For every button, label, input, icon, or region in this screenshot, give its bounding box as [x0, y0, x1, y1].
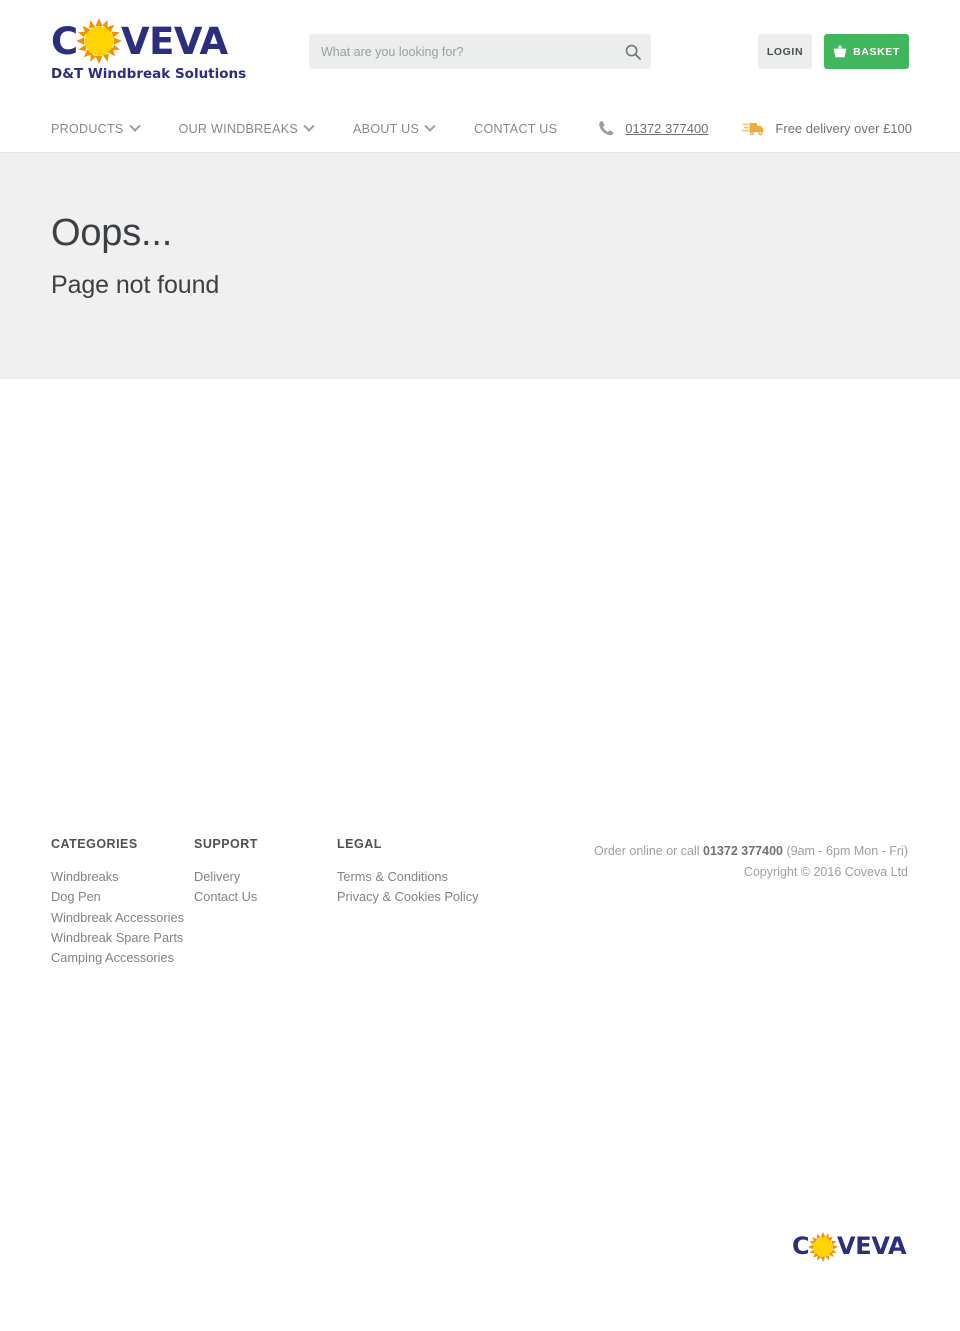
- sun-icon: [808, 1232, 838, 1262]
- footer-link-camping-accessories[interactable]: Camping Accessories: [51, 948, 191, 968]
- basket-label: BASKET: [853, 45, 900, 58]
- search-button[interactable]: [621, 40, 645, 64]
- footer-order-prefix: Order online or call: [593, 844, 704, 858]
- basket-button[interactable]: BASKET: [824, 34, 909, 69]
- site-logo[interactable]: C VEVA D&T Windbreak Solutions: [51, 18, 246, 86]
- chevron-down-icon: [424, 120, 436, 132]
- footer-contact-info: Order online or call 01372 377400 (9am -…: [594, 841, 908, 883]
- error-banner: Oops... Page not found: [0, 152, 960, 379]
- footer-link-terms-conditions[interactable]: Terms & Conditions: [337, 867, 487, 887]
- sun-icon: [76, 18, 122, 64]
- header-top: C VEVA D&T Windbreak Solutions What are …: [0, 0, 960, 105]
- footer-heading: LEGAL: [337, 837, 382, 851]
- nav-item-our-windbreaks[interactable]: OUR WINDBREAKS: [178, 120, 315, 136]
- header-phone[interactable]: 01372 377400: [598, 120, 708, 137]
- site-footer: CATEGORIES Windbreaks Dog Pen Windbreak …: [0, 379, 960, 1262]
- footer-logo-text-veva: VEVA: [837, 1232, 907, 1260]
- logo-wordmark: C VEVA: [51, 18, 231, 64]
- footer-column-legal: LEGAL Terms & Conditions Privacy & Cooki…: [337, 837, 487, 908]
- footer-column-support: SUPPORT Delivery Contact Us: [194, 837, 334, 908]
- search-bar[interactable]: [309, 34, 651, 69]
- footer-logo-letter-c: C: [792, 1232, 810, 1260]
- login-button[interactable]: LOGIN: [758, 34, 812, 69]
- nav-item-contact-us[interactable]: CONTACT US: [474, 122, 557, 136]
- logo-tagline: D&T Windbreak Solutions: [51, 66, 247, 82]
- footer-link-privacy-cookies-policy[interactable]: Privacy & Cookies Policy: [337, 887, 487, 907]
- footer-link-windbreak-accessories[interactable]: Windbreak Accessories: [51, 908, 191, 928]
- footer-link-windbreak-spare-parts[interactable]: Windbreak Spare Parts: [51, 928, 191, 948]
- footer-link-delivery[interactable]: Delivery: [194, 867, 334, 887]
- footer-link-dog-pen[interactable]: Dog Pen: [51, 887, 191, 907]
- page-subtitle: Page not found: [51, 271, 220, 299]
- nav-items: PRODUCTS OUR WINDBREAKS ABOUT US CONTACT…: [51, 105, 597, 152]
- logo-text-veva: VEVA: [121, 20, 228, 63]
- footer-logo[interactable]: C VEVA: [792, 1231, 912, 1265]
- page-title: Oops...: [51, 212, 173, 254]
- footer-order-suffix: (9am - 6pm Mon - Fri): [782, 844, 908, 858]
- footer-column-categories: CATEGORIES Windbreaks Dog Pen Windbreak …: [51, 837, 191, 968]
- nav-item-products[interactable]: PRODUCTS: [51, 120, 141, 136]
- footer-link-contact-us[interactable]: Contact Us: [194, 887, 334, 907]
- header-phone-label: 01372 377400: [625, 121, 709, 136]
- search-input[interactable]: [309, 34, 619, 69]
- shopping-basket-icon: [833, 45, 847, 58]
- nav-label: ABOUT US: [353, 121, 420, 136]
- phone-icon: [599, 121, 614, 136]
- nav-label: PRODUCTS: [51, 121, 124, 136]
- footer-heading: SUPPORT: [194, 837, 258, 851]
- search-icon: [625, 44, 641, 60]
- chevron-down-icon: [303, 120, 315, 132]
- logo-letter-c: C: [51, 20, 78, 63]
- delivery-truck-icon: [742, 123, 764, 136]
- chevron-down-icon: [128, 120, 141, 132]
- footer-link-windbreaks[interactable]: Windbreaks: [51, 867, 191, 887]
- footer-heading: CATEGORIES: [51, 837, 138, 851]
- nav-label: CONTACT US: [474, 121, 558, 136]
- page-root: C VEVA D&T Windbreak Solutions What are …: [0, 0, 960, 1331]
- footer-order-line: Order online or call 01372 377400 (9am -…: [594, 841, 908, 862]
- main-navigation: PRODUCTS OUR WINDBREAKS ABOUT US CONTACT…: [0, 105, 960, 152]
- header-info: 01372 377400 Free delivery over £100: [598, 105, 912, 152]
- nav-label: OUR WINDBREAKS: [178, 121, 299, 136]
- footer-copyright: Copyright © 2016 Coveva Ltd: [743, 865, 908, 879]
- free-delivery-label: Free delivery over £100: [775, 121, 912, 136]
- nav-item-about-us[interactable]: ABOUT US: [353, 120, 436, 136]
- free-delivery-notice: Free delivery over £100: [742, 120, 912, 137]
- footer-order-phone[interactable]: 01372 377400: [703, 844, 783, 858]
